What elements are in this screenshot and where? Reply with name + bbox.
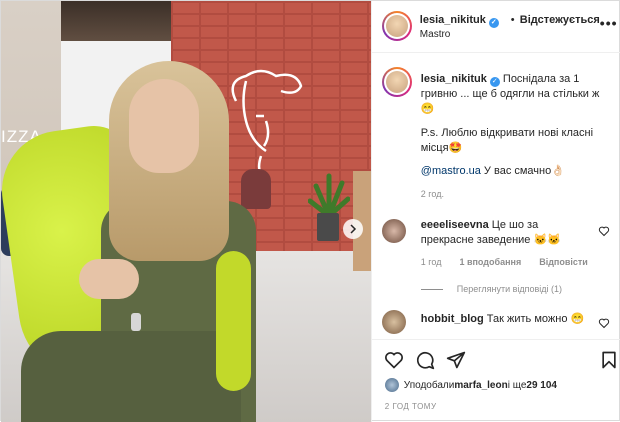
caption-author-avatar[interactable] xyxy=(381,67,412,97)
photo-watch xyxy=(131,313,141,331)
mention-rest: У вас смачно👌🏻 xyxy=(480,165,565,177)
photo-fur-coat-right xyxy=(216,251,251,391)
liked-by-user[interactable]: marfa_leon xyxy=(454,380,507,391)
bookmark-icon[interactable] xyxy=(599,350,619,370)
photo-woman-leg xyxy=(21,331,241,422)
photo-woman-face xyxy=(129,79,199,173)
chevron-right-icon xyxy=(350,224,357,234)
photo-plant-pot xyxy=(317,213,339,241)
author-username[interactable]: lesia_nikituk ✓ xyxy=(420,14,499,28)
neon-face-sign xyxy=(231,69,303,180)
more-options-icon[interactable]: ••• xyxy=(600,15,618,31)
comment-body: Так жить можно 😁 xyxy=(486,313,585,325)
comment-like-heart-icon[interactable] xyxy=(598,225,610,237)
post-timestamp[interactable]: 2 ГОД ТОМУ xyxy=(385,402,437,411)
comment-username[interactable]: eeeeliseevna xyxy=(421,219,489,231)
following-button[interactable]: Відстежується xyxy=(520,14,600,26)
post-side-panel: lesia_nikituk ✓ • Відстежується Mastro ••… xyxy=(370,1,620,422)
verified-icon: ✓ xyxy=(489,77,500,87)
comment-avatar[interactable] xyxy=(381,219,406,243)
comment-likes[interactable]: 1 вподобання xyxy=(459,257,521,267)
post-photo[interactable]: IZZA xyxy=(1,1,371,422)
post-header: lesia_nikituk ✓ • Відстежується Mastro ••… xyxy=(371,1,620,53)
photo-woman-hand xyxy=(79,259,139,299)
comment-reply-button[interactable]: Відповісти xyxy=(539,257,588,267)
caption-time[interactable]: 2 год. xyxy=(421,189,444,199)
like-heart-icon[interactable] xyxy=(384,350,404,370)
comment-text: eeeeliseevna Це шо за прекрасне заведени… xyxy=(421,218,581,248)
comment-bubble-icon[interactable] xyxy=(415,350,435,370)
verified-icon: ✓ xyxy=(488,18,499,28)
liked-count[interactable]: 29 104 xyxy=(526,380,557,391)
view-replies-button[interactable]: Переглянути відповіді (1) xyxy=(420,284,562,294)
photo-background-person xyxy=(241,169,271,209)
liked-by-prefix: Уподобали xyxy=(403,379,455,391)
caption-ps: P.s. Люблю відкривати нові класні місця🤩 xyxy=(420,127,594,154)
header-separator: • xyxy=(510,14,515,26)
author-avatar[interactable] xyxy=(381,11,412,41)
view-replies-label[interactable]: Переглянути відповіді (1) xyxy=(457,284,562,294)
comment-text: hobbit_blog Так жить можно 😁 xyxy=(421,312,601,325)
next-photo-button[interactable] xyxy=(343,219,363,239)
share-plane-icon[interactable] xyxy=(446,350,466,370)
mention-link[interactable]: @mastro.ua xyxy=(421,165,481,177)
caption-username[interactable]: lesia_nikituk xyxy=(421,73,487,85)
caption-text: lesia_nikituk ✓ Поснідала за 1 гривню ...… xyxy=(421,72,611,117)
likes-summary: Уподобали marfa_leon і ще 29 104 xyxy=(384,378,557,392)
replies-divider xyxy=(420,288,443,290)
comment-like-heart-icon[interactable] xyxy=(598,317,610,329)
instagram-post: IZZA lesia_nikituk ✓ • Відстежується Mas… xyxy=(0,0,620,422)
post-actions: Уподобали marfa_leon і ще 29 104 2 ГОД Т… xyxy=(371,339,620,422)
caption-mention-line: @mastro.ua У вас смачно👌🏻 xyxy=(421,164,565,177)
liker-avatar[interactable] xyxy=(384,378,399,392)
comment-avatar[interactable] xyxy=(381,310,406,334)
comment-time[interactable]: 1 год xyxy=(421,257,442,267)
comment-meta: 1 год 1 вподобання Відповісти xyxy=(421,257,588,267)
author-username-text[interactable]: lesia_nikituk xyxy=(420,14,486,26)
comment-username[interactable]: hobbit_blog xyxy=(421,313,484,325)
location-link[interactable]: Mastro xyxy=(420,29,451,40)
liked-by-suffix: і ще xyxy=(507,379,527,391)
